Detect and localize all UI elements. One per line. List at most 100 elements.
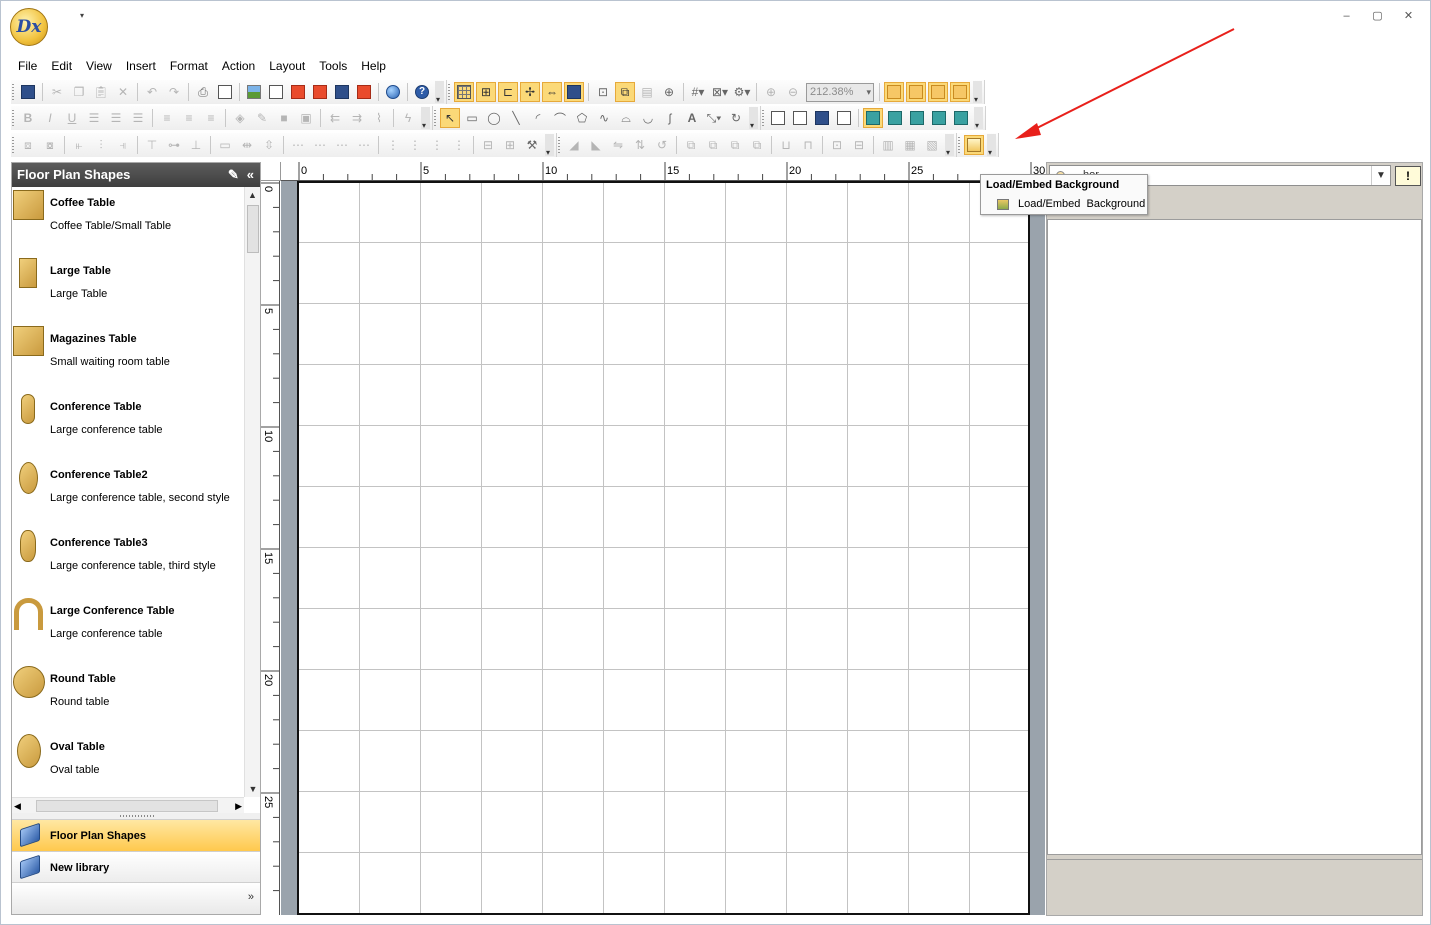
align-centers-icon[interactable]: ⫶ (91, 135, 111, 155)
library-tab-floor-plan-shapes[interactable]: Floor Plan Shapes (12, 819, 260, 851)
valign-middle-icon[interactable]: ≡ (179, 108, 199, 128)
scroll-down-icon[interactable]: ▼ (245, 781, 261, 797)
align-lefts-icon[interactable]: ⫦ (69, 135, 89, 155)
layout-2-icon[interactable] (885, 108, 905, 128)
align-center-icon[interactable]: ☰ (106, 108, 126, 128)
export-dxf-icon[interactable] (266, 82, 286, 102)
collapse-panel-icon[interactable]: « (247, 163, 254, 187)
ellipse-tool-icon[interactable]: ◯ (484, 108, 504, 128)
bring-front-icon[interactable]: ⧉ (681, 135, 701, 155)
same-size-icon[interactable]: ▭ (215, 135, 235, 155)
list-item[interactable]: Large Table Large Table (12, 255, 244, 323)
print-icon[interactable]: ⎙ (193, 82, 213, 102)
shadow-style-icon[interactable]: ■ (274, 108, 294, 128)
library-tab-new-library[interactable]: New library (12, 851, 260, 883)
snap-menu-icon[interactable]: ⊠▾ (710, 82, 730, 102)
cut-icon[interactable]: ✂ (47, 82, 67, 102)
undo-icon[interactable]: ↶ (142, 82, 162, 102)
library-edit-icon[interactable]: ✎ (228, 163, 239, 187)
list-item[interactable]: Conference Table Large conference table (12, 391, 244, 459)
scroll-up-icon[interactable]: ▲ (245, 187, 260, 203)
toolbar-overflow-icon[interactable] (987, 134, 996, 157)
list-item[interactable]: Round Table Round table (12, 663, 244, 731)
text-style-icon[interactable]: ▣ (296, 108, 316, 128)
connector-style-icon[interactable]: ⌇ (369, 108, 389, 128)
closed-curve-tool-icon[interactable]: ◡ (638, 108, 658, 128)
page-breaks-icon[interactable] (884, 82, 904, 102)
toolbar-overflow-icon[interactable] (545, 134, 554, 157)
align-right-icon[interactable]: ☰ (128, 108, 148, 128)
list-item[interactable]: Oval Table Oval table (12, 731, 244, 783)
unlock-icon[interactable]: ▦ (900, 135, 920, 155)
link-icon[interactable]: ⊡ (593, 82, 613, 102)
h-spacing-inc-icon[interactable]: ⋯ (310, 135, 330, 155)
grid-menu-icon[interactable]: #▾ (688, 82, 708, 102)
grid-toggle-icon[interactable] (454, 82, 474, 102)
combine-icon[interactable]: ⊡ (827, 135, 847, 155)
flip-vertical-icon[interactable]: ⇅ (630, 135, 650, 155)
center-h-icon[interactable]: ⊟ (478, 135, 498, 155)
toolbar-overflow-icon[interactable] (945, 134, 954, 157)
layout-5-icon[interactable] (951, 108, 971, 128)
align-bottoms-icon[interactable]: ⊥ (186, 135, 206, 155)
web-icon[interactable] (383, 82, 403, 102)
bold-icon[interactable]: B (18, 108, 38, 128)
layout-1-icon[interactable] (863, 108, 883, 128)
export-silverlight-icon[interactable] (332, 82, 352, 102)
shadow-icon[interactable] (564, 82, 584, 102)
send-back-icon[interactable]: ⧉ (747, 135, 767, 155)
settings-gear-icon[interactable]: ⚙▾ (732, 82, 752, 102)
line-color-icon[interactable]: ✎ (252, 108, 272, 128)
help-icon[interactable]: ? (412, 82, 432, 102)
layout-3-icon[interactable] (907, 108, 927, 128)
toolbar-overflow-icon[interactable] (421, 107, 430, 130)
menu-layout[interactable]: Layout (262, 57, 312, 75)
list-item[interactable]: Conference Table2 Large conference table… (12, 459, 244, 527)
open-document-icon[interactable] (790, 108, 810, 128)
arrow-end-icon[interactable]: ⇉ (347, 108, 367, 128)
menu-tools[interactable]: Tools (312, 57, 354, 75)
skew-left-icon[interactable]: ◢ (564, 135, 584, 155)
app-logo-icon[interactable]: Dx (10, 8, 48, 46)
scroll-thumb[interactable] (36, 800, 218, 812)
line-tool-icon[interactable]: ╲ (506, 108, 526, 128)
send-backward-icon[interactable]: ⧉ (725, 135, 745, 155)
export-swf-icon[interactable] (310, 82, 330, 102)
toolbar-overflow-icon[interactable] (435, 81, 444, 104)
rotate-tool-icon[interactable]: ↻ (726, 108, 746, 128)
fit-icon[interactable]: ⇔ (542, 82, 562, 102)
list-item[interactable]: Coffee Table Coffee Table/Small Table (12, 187, 244, 255)
fill-color-icon[interactable]: ◈ (230, 108, 250, 128)
restore-button[interactable]: ▢ (1362, 7, 1393, 25)
polyline-tool-icon[interactable]: ∿ (594, 108, 614, 128)
polygon-tool-icon[interactable]: ⬠ (572, 108, 592, 128)
toolbar-overflow-icon[interactable] (749, 107, 758, 130)
h-spacing-icon[interactable]: ⋯ (288, 135, 308, 155)
shape-list-horizontal-scrollbar[interactable]: ◀ ▶ (12, 797, 244, 813)
export-svg-icon[interactable] (288, 82, 308, 102)
list-item[interactable]: Magazines Table Small waiting room table (12, 323, 244, 391)
underline-icon[interactable]: U (62, 108, 82, 128)
center-v-icon[interactable]: ⊞ (500, 135, 520, 155)
save-document-icon[interactable] (812, 108, 832, 128)
menu-action[interactable]: Action (215, 57, 262, 75)
print-preview-icon[interactable] (215, 82, 235, 102)
layers-icon[interactable]: ▤ (637, 82, 657, 102)
align-rights-icon[interactable]: ⫣ (113, 135, 133, 155)
align-left-icon[interactable]: ☰ (84, 108, 104, 128)
layout-4-icon[interactable] (929, 108, 949, 128)
menu-help[interactable]: Help (354, 57, 393, 75)
format-painter-icon[interactable]: ϟ (398, 108, 418, 128)
snap-icon[interactable]: ✢ (520, 82, 540, 102)
pointer-tool-icon[interactable]: ↖ (440, 108, 460, 128)
close-button[interactable]: ✕ (1393, 7, 1424, 25)
v-spacing-dec-icon[interactable]: ⋮ (427, 135, 447, 155)
menu-view[interactable]: View (79, 57, 119, 75)
new-document-icon[interactable] (768, 108, 788, 128)
pan-mode-icon[interactable] (950, 82, 970, 102)
delete-icon[interactable]: ✕ (113, 82, 133, 102)
pin-panel-icon[interactable]: ! (1395, 166, 1421, 186)
v-spacing-inc-icon[interactable]: ⋮ (405, 135, 425, 155)
redo-icon[interactable]: ↷ (164, 82, 184, 102)
same-height-icon[interactable]: ⇳ (259, 135, 279, 155)
